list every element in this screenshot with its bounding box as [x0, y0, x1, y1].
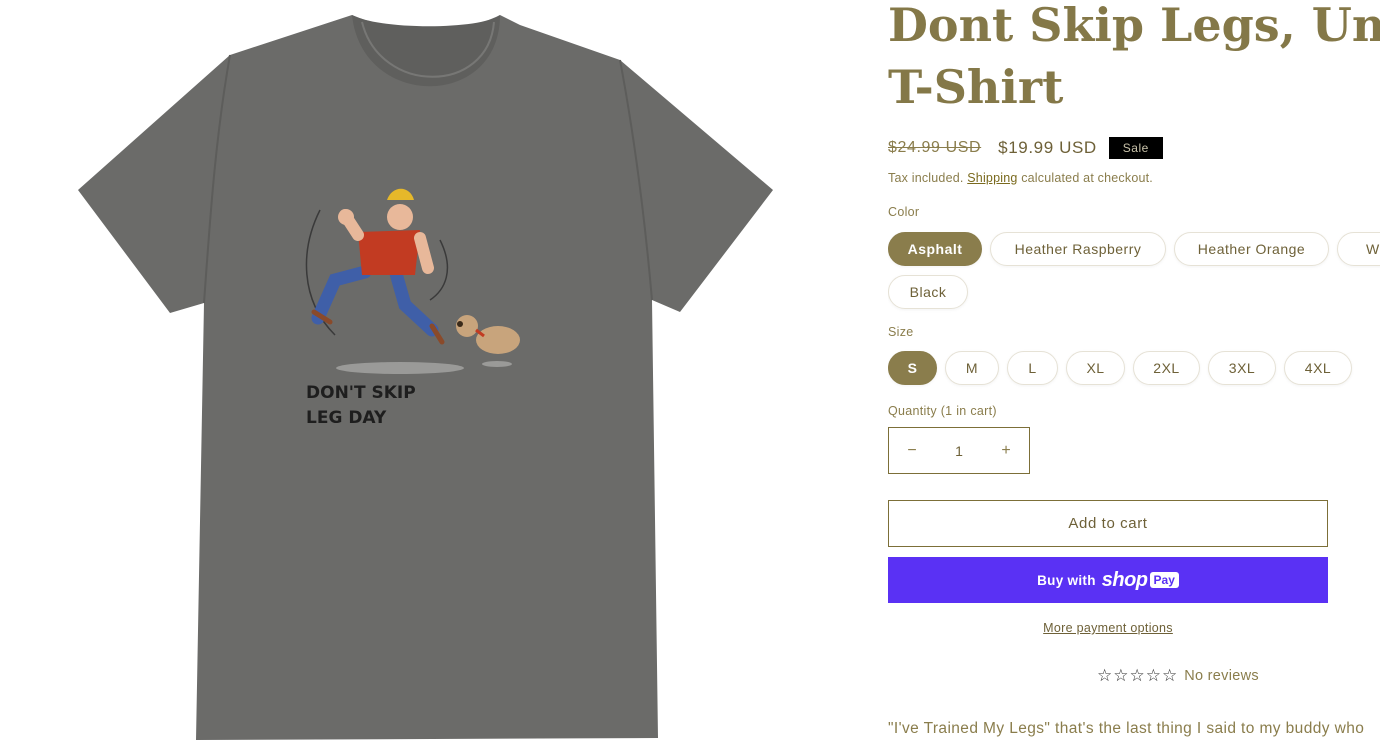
size-option-2xl[interactable]: 2XL — [1133, 351, 1200, 385]
shipping-link[interactable]: Shipping — [967, 171, 1017, 185]
color-option-asphalt[interactable]: Asphalt — [888, 232, 982, 266]
tax-suffix: calculated at checkout. — [1021, 171, 1153, 185]
size-option-m[interactable]: M — [945, 351, 999, 385]
size-option-l[interactable]: L — [1007, 351, 1058, 385]
add-to-cart-button[interactable]: Add to cart — [888, 500, 1328, 547]
size-option-s[interactable]: S — [888, 351, 937, 385]
product-description: "I've Trained My Legs" that's the last t… — [888, 720, 1365, 737]
tax-prefix: Tax included. — [888, 171, 964, 185]
star-rating-icon: ☆☆☆☆☆ — [1097, 666, 1179, 685]
quantity-stepper: − 1 + — [888, 427, 1030, 474]
product-image[interactable]: DON'T SKIP LEG DAY — [0, 0, 860, 749]
quantity-increase-button[interactable]: + — [983, 442, 1029, 460]
color-option-heather-orange[interactable]: Heather Orange — [1174, 232, 1329, 266]
print-text-line2: LEG DAY — [306, 408, 387, 428]
color-option-white[interactable]: Wh — [1337, 232, 1380, 266]
quantity-decrease-button[interactable]: − — [889, 442, 935, 460]
no-reviews-text: No reviews — [1184, 668, 1259, 684]
product-media: DON'T SKIP LEG DAY — [0, 0, 860, 749]
quantity-label: Quantity (1 in cart) — [888, 404, 997, 418]
more-payment-options: More payment options — [888, 621, 1328, 635]
product-info: Dont Skip Legs, Unise T-Shirt $24.99 USD… — [888, 0, 1380, 749]
pay-badge: Pay — [1149, 572, 1179, 588]
print-text-line1: DON'T SKIP — [306, 383, 416, 403]
quantity-input[interactable]: 1 — [935, 443, 983, 459]
title-line-2: T-Shirt — [888, 60, 1064, 114]
size-option-4xl[interactable]: 4XL — [1284, 351, 1352, 385]
tshirt-shape — [78, 15, 773, 740]
sale-price: $19.99 USD — [998, 138, 1097, 157]
product-title: Dont Skip Legs, Unise T-Shirt — [888, 0, 1380, 118]
size-option-xl[interactable]: XL — [1066, 351, 1125, 385]
color-option-heather-raspberry[interactable]: Heather Raspberry — [990, 232, 1166, 266]
regular-price: $24.99 USD — [888, 139, 982, 156]
buy-with-label: Buy with — [1037, 572, 1096, 588]
price-row: $24.99 USD $19.99 USD Sale — [888, 136, 1163, 160]
tax-note: Tax included. Shipping calculated at che… — [888, 171, 1153, 185]
more-payment-options-link[interactable]: More payment options — [1043, 621, 1173, 635]
size-label: Size — [888, 325, 914, 339]
sale-badge: Sale — [1108, 137, 1163, 159]
buy-with-shop-pay-button[interactable]: Buy with shop Pay — [888, 557, 1328, 603]
color-label: Color — [888, 205, 920, 219]
title-line-1: Dont Skip Legs, Unise — [888, 0, 1380, 52]
size-option-3xl[interactable]: 3XL — [1208, 351, 1276, 385]
reviews-row: ☆☆☆☆☆ No reviews — [1097, 666, 1259, 686]
shop-logo: shop — [1101, 568, 1148, 591]
color-option-black[interactable]: Black — [888, 275, 968, 309]
